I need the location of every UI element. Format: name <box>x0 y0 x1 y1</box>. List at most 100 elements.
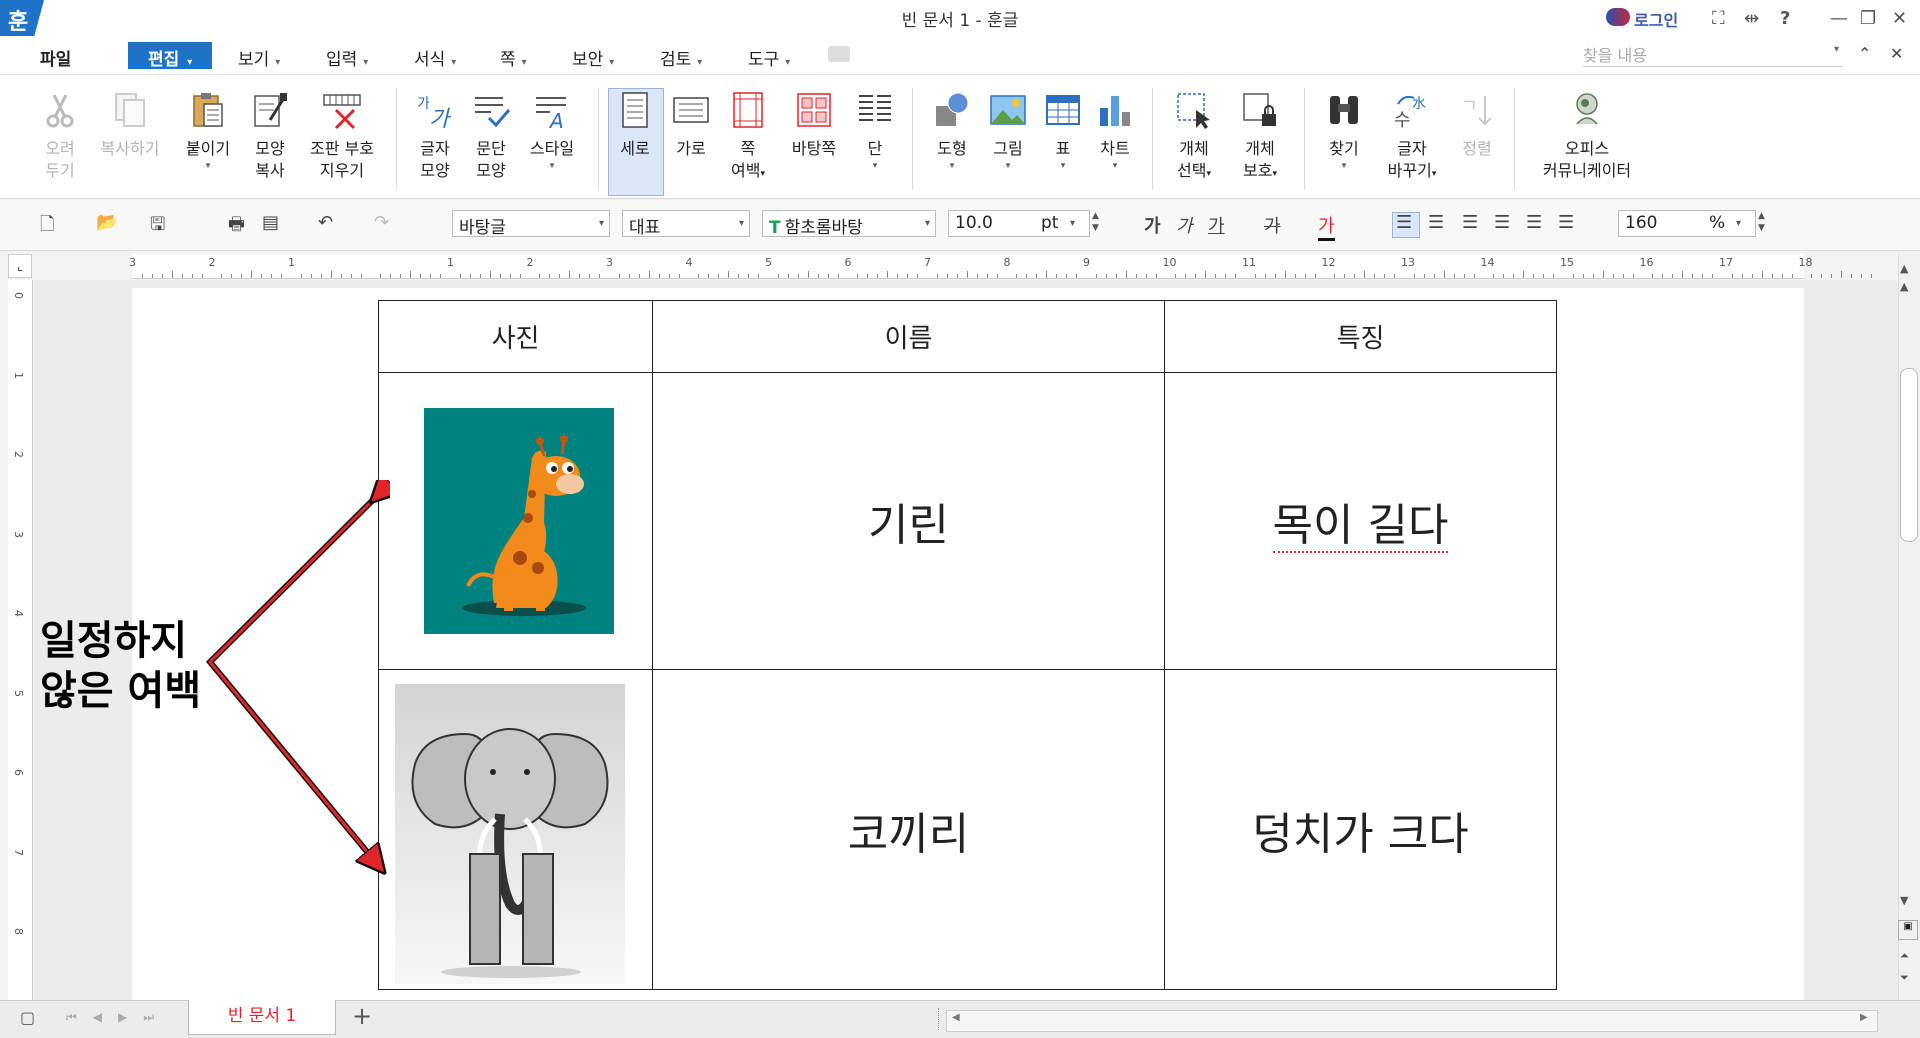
shape-button[interactable]: 도형 ▾ <box>924 90 980 195</box>
menu-insert[interactable]: 입력 ▾ <box>326 45 368 70</box>
prev-page-icon[interactable]: ⏶ <box>1900 948 1909 964</box>
scroll-down-icon[interactable]: ▼ <box>1900 894 1908 907</box>
align-split-icon[interactable]: ☰ <box>1558 212 1574 233</box>
scroll-up-icon[interactable]: ▲ <box>1900 280 1908 293</box>
align-center-icon[interactable]: ☰ <box>1462 212 1478 233</box>
header-photo[interactable]: 사진 <box>378 300 653 373</box>
align-distribute-icon[interactable]: ☰ <box>1526 212 1542 233</box>
clear-marks-button[interactable]: 조판 부호 지우기 <box>302 90 382 195</box>
feature-cell[interactable]: 덩치가 크다 <box>1164 669 1557 990</box>
landscape-button[interactable]: 가로 <box>666 90 716 195</box>
document-tab[interactable]: 빈 문서 1 <box>188 1000 336 1035</box>
split-handle[interactable] <box>938 1008 941 1030</box>
menu-page[interactable]: 쪽 ▾ <box>500 45 527 70</box>
cut-button[interactable]: 오려 두기 <box>32 90 88 195</box>
feature-cell[interactable]: 목이 길다 <box>1164 372 1557 670</box>
name-cell[interactable]: 코끼리 <box>652 669 1165 990</box>
restore-button[interactable]: ❐ <box>1860 8 1876 29</box>
menu-tools[interactable]: 도구 ▾ <box>748 45 790 70</box>
italic-button[interactable]: 가 <box>1176 212 1193 238</box>
office-communicator-button[interactable]: 오피스 커뮤니케이터 <box>1528 90 1646 195</box>
view-mode-icon[interactable]: ▢ <box>20 1008 35 1027</box>
login-button[interactable]: 로그인 <box>1634 7 1678 31</box>
column-button[interactable]: 단 ▾ <box>850 90 900 195</box>
giraffe-image[interactable] <box>424 408 614 634</box>
paste-button[interactable]: 붙이기 ▾ <box>178 90 238 195</box>
close-doc-icon[interactable]: ✕ <box>1890 44 1903 63</box>
photo-cell[interactable] <box>378 669 653 990</box>
para-shape-button[interactable]: 문단 모양 <box>466 90 516 195</box>
style-button[interactable]: A 스타일 ▾ <box>522 90 582 195</box>
replace-button[interactable]: 수水 글자 바꾸기▾ <box>1378 90 1446 195</box>
menu-format[interactable]: 서식 ▾ <box>414 45 456 70</box>
expand-icon[interactable]: ⇹ <box>1744 8 1759 29</box>
picture-button[interactable]: 그림 ▾ <box>980 90 1036 195</box>
tab-stop-selector[interactable]: ⌞ <box>8 254 32 278</box>
open-folder-icon[interactable]: 📂 <box>96 212 118 233</box>
align-right-icon[interactable]: ☰ <box>1494 212 1510 233</box>
header-name[interactable]: 이름 <box>652 300 1165 373</box>
name-cell[interactable]: 기린 <box>652 372 1165 670</box>
underline-button[interactable]: 가 <box>1208 212 1225 238</box>
vertical-scrollbar[interactable] <box>1898 254 1920 1000</box>
language-select[interactable]: 대표 ▾ <box>622 210 750 238</box>
photo-cell[interactable] <box>378 372 653 670</box>
minimize-button[interactable]: — <box>1830 8 1848 29</box>
new-document-icon[interactable]: 🗋 <box>40 212 54 242</box>
page-margin-button[interactable]: 쪽 여백▾ <box>720 90 776 195</box>
scroll-left-icon[interactable]: ◀ <box>952 1012 960 1023</box>
horizontal-ruler[interactable]: 3 2 1 1 2 3 4 5 6 7 8 9 10 11 12 13 14 15 16 17 18 <box>129 254 1873 279</box>
menu-file[interactable]: 파일 <box>40 45 71 70</box>
font-color-button[interactable]: 가 <box>1318 212 1335 241</box>
font-size-stepper[interactable]: ▲ ▼ <box>1092 210 1099 234</box>
chevron-down-icon[interactable]: ▾ <box>1834 44 1839 55</box>
bold-button[interactable]: 가 <box>1144 212 1161 238</box>
page-view-icon[interactable]: ▣ <box>1898 920 1918 940</box>
scroll-right-icon[interactable]: ▶ <box>1860 1012 1868 1023</box>
table-button[interactable]: 표 ▾ <box>1038 90 1088 195</box>
zoom-input[interactable]: 160% ▾ <box>1618 210 1756 237</box>
font-size-input[interactable]: 10.0 pt ▾ <box>948 210 1090 237</box>
header-feature[interactable]: 특징 <box>1164 300 1557 373</box>
undo-icon[interactable]: ↶ <box>318 212 333 233</box>
vertical-scroll-thumb[interactable] <box>1900 368 1918 542</box>
menu-review[interactable]: 검토 ▾ <box>660 45 702 70</box>
ribbon-collapse-icon[interactable]: ⌃ <box>1858 44 1871 63</box>
horizontal-scrollbar[interactable] <box>946 1010 1878 1032</box>
tab-navigation-icons[interactable]: ⏮◀▶⏭ <box>66 1010 170 1025</box>
menu-edit[interactable]: 편집 ▾ <box>128 42 212 70</box>
add-tab-button[interactable]: + <box>352 1002 372 1030</box>
bg-page-button[interactable]: 바탕쪽 <box>782 90 846 195</box>
strikethrough-button[interactable]: 가 <box>1264 212 1281 238</box>
find-input[interactable]: 찾을 내용 ▾ <box>1583 42 1843 67</box>
account-icon[interactable] <box>1606 8 1630 26</box>
next-page-icon[interactable]: ⏷ <box>1900 970 1909 986</box>
chart-button[interactable]: 차트 ▾ <box>1090 90 1140 195</box>
format-copy-button[interactable]: 모양 복사 <box>244 90 296 195</box>
save-icon[interactable]: 🖫 <box>150 212 165 242</box>
vertical-ruler[interactable]: 0 1 2 3 4 5 6 7 8 <box>8 280 33 1000</box>
menu-security[interactable]: 보안 ▾ <box>572 45 614 70</box>
redo-icon[interactable]: ↷ <box>374 212 389 233</box>
elephant-image[interactable] <box>395 684 625 984</box>
char-shape-button[interactable]: 가가 글자 모양 <box>410 90 460 195</box>
print-icon[interactable]: 🖶 <box>228 212 245 242</box>
sort-button[interactable]: ㄱ 정렬 <box>1452 90 1502 195</box>
copy-button[interactable]: 복사하기 <box>92 90 168 195</box>
align-left-icon[interactable]: ☰ <box>1428 212 1444 233</box>
font-select[interactable]: T 함초롬바탕 ▾ <box>762 210 936 238</box>
scroll-up-icon[interactable]: ▲ <box>1900 262 1908 275</box>
preview-icon[interactable]: ▤ <box>262 212 279 233</box>
object-select-button[interactable]: 개체 선택▾ <box>1166 90 1222 195</box>
menu-view[interactable]: 보기 ▾ <box>238 45 280 70</box>
help-icon[interactable]: ? <box>1780 8 1790 29</box>
find-button[interactable]: 찾기 ▾ <box>1316 90 1372 195</box>
style-select[interactable]: 바탕글 ▾ <box>452 210 610 238</box>
animal-table[interactable]: 사진 이름 특징 기린 목이 길다 코끼리 덩치가 크다 <box>378 300 1557 990</box>
align-justify-icon[interactable]: ☰ <box>1396 212 1412 233</box>
portrait-button[interactable]: 세로 <box>608 90 662 195</box>
close-button[interactable]: ✕ <box>1892 8 1907 29</box>
zoom-stepper[interactable]: ▲ ▼ <box>1758 210 1765 234</box>
collab-icon[interactable] <box>828 46 850 62</box>
object-protect-button[interactable]: 개체 보호▾ <box>1232 90 1288 195</box>
